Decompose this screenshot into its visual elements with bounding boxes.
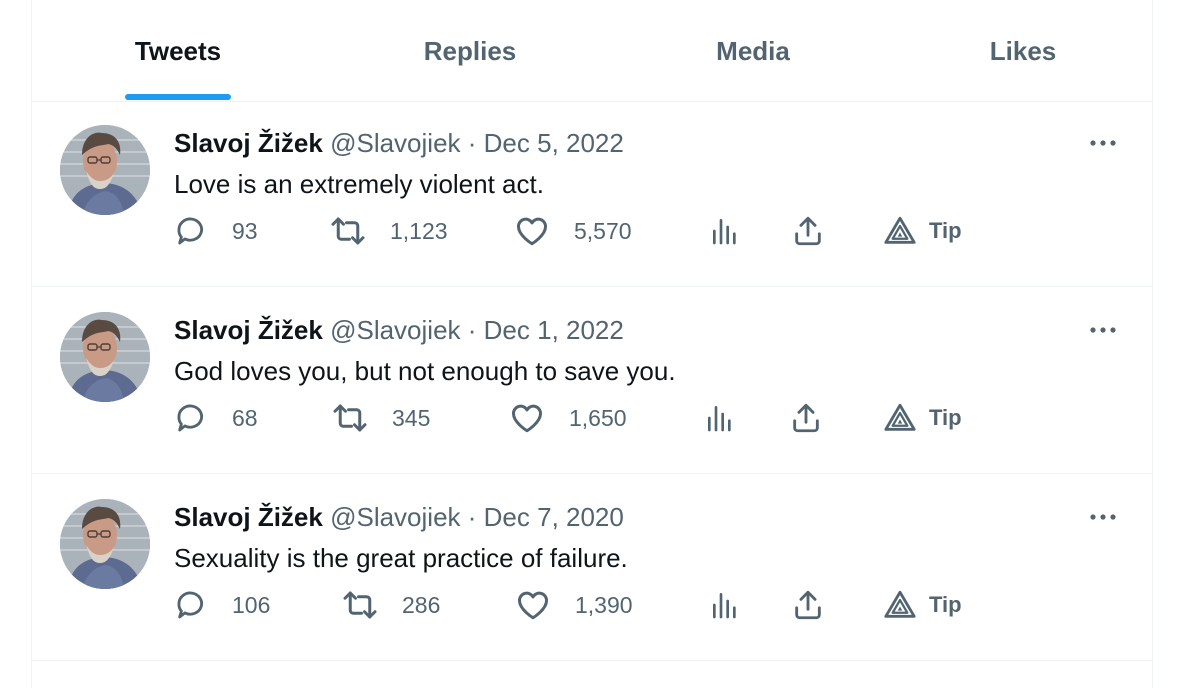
tweet-header: Slavoj Žižek @Slavojiek · Dec 5, 2022 (174, 127, 624, 159)
share-button[interactable] (791, 213, 825, 249)
reply-icon (174, 588, 208, 622)
views-icon (709, 215, 741, 247)
tweet-text: Sexuality is the great practice of failu… (174, 543, 628, 573)
more-icon (1087, 133, 1119, 153)
tweet-date[interactable]: · Dec 1, 2022 (468, 315, 624, 345)
share-button[interactable] (791, 587, 825, 623)
author-handle[interactable]: @Slavojiek (330, 315, 460, 345)
tweet-text: God loves you, but not enough to save yo… (174, 356, 676, 386)
reply-count: 93 (232, 217, 258, 244)
tweet[interactable]: Slavoj Žižek @Slavojiek · Dec 1, 2022 Go… (32, 288, 1152, 474)
like-count: 5,570 (574, 217, 632, 244)
reply-icon (174, 214, 208, 248)
reply-button[interactable]: 93 (174, 213, 258, 249)
author-handle[interactable]: @Slavojiek (330, 128, 460, 158)
like-count: 1,390 (575, 591, 633, 618)
more-icon (1087, 320, 1119, 340)
like-button[interactable]: 1,650 (509, 400, 627, 436)
author-name[interactable]: Slavoj Žižek (174, 128, 323, 158)
tip-icon (883, 401, 917, 435)
tweet-header: Slavoj Žižek @Slavojiek · Dec 1, 2022 (174, 314, 624, 346)
avatar-image (60, 499, 150, 589)
tab-media-label: Media (716, 36, 790, 66)
tweet[interactable]: Slavoj Žižek @Slavojiek · Dec 5, 2022 Lo… (32, 101, 1152, 287)
like-icon (515, 587, 551, 623)
tip-button[interactable]: Tip (883, 213, 962, 249)
like-button[interactable]: 1,390 (515, 587, 633, 623)
retweet-button[interactable]: 1,123 (330, 213, 448, 249)
avatar-image (60, 312, 150, 402)
like-button[interactable]: 5,570 (514, 213, 632, 249)
share-icon (791, 588, 825, 622)
tweet-text: Love is an extremely violent act. (174, 169, 544, 199)
views-icon (704, 402, 736, 434)
author-name[interactable]: Slavoj Žižek (174, 315, 323, 345)
tab-likes-label: Likes (989, 36, 1057, 66)
reply-icon (174, 401, 208, 435)
tip-label: Tip (929, 592, 962, 617)
more-icon (1087, 507, 1119, 527)
tip-label: Tip (929, 218, 962, 243)
like-icon (514, 213, 550, 249)
like-icon (509, 400, 545, 436)
tab-likes[interactable]: Likes (986, 0, 1060, 100)
retweet-button[interactable]: 345 (332, 400, 430, 436)
retweet-icon (342, 587, 378, 623)
profile-timeline: Tweets Replies Media Likes Slavoj Žižek … (31, 0, 1153, 688)
tab-media[interactable]: Media (708, 0, 798, 100)
more-button[interactable] (1087, 133, 1119, 153)
tip-button[interactable]: Tip (883, 587, 962, 623)
retweet-button[interactable]: 286 (342, 587, 440, 623)
tip-icon (883, 214, 917, 248)
tab-replies-label: Replies (423, 36, 517, 66)
reply-button[interactable]: 68 (174, 400, 258, 436)
retweet-count: 345 (392, 404, 431, 431)
more-button[interactable] (1087, 507, 1119, 527)
avatar-image (60, 125, 150, 215)
avatar[interactable] (60, 312, 150, 402)
author-name[interactable]: Slavoj Žižek (174, 502, 323, 532)
author-handle[interactable]: @Slavojiek (330, 502, 460, 532)
views-button[interactable] (709, 213, 741, 249)
tip-icon (883, 588, 917, 622)
reply-count: 68 (232, 404, 258, 431)
tab-tweets-label: Tweets (134, 36, 222, 66)
tweet-date[interactable]: · Dec 5, 2022 (468, 128, 624, 158)
tweet-header: Slavoj Žižek @Slavojiek · Dec 7, 2020 (174, 501, 624, 533)
more-button[interactable] (1087, 320, 1119, 340)
tip-label: Tip (929, 405, 962, 430)
tab-tweets[interactable]: Tweets (125, 0, 231, 100)
reply-button[interactable]: 106 (174, 587, 270, 623)
tweet[interactable]: Slavoj Žižek @Slavojiek · Dec 7, 2020 Se… (32, 475, 1152, 661)
retweet-count: 1,123 (390, 217, 448, 244)
share-icon (791, 214, 825, 248)
views-button[interactable] (709, 587, 741, 623)
views-button[interactable] (704, 400, 736, 436)
share-button[interactable] (789, 400, 823, 436)
active-tab-indicator (125, 94, 231, 100)
retweet-icon (332, 400, 368, 436)
retweet-count: 286 (402, 591, 441, 618)
views-icon (709, 589, 741, 621)
profile-tabs: Tweets Replies Media Likes (32, 0, 1152, 102)
tab-replies[interactable]: Replies (412, 0, 528, 100)
reply-count: 106 (232, 591, 271, 618)
retweet-icon (330, 213, 366, 249)
avatar[interactable] (60, 125, 150, 215)
tweet-date[interactable]: · Dec 7, 2020 (468, 502, 624, 532)
tip-button[interactable]: Tip (883, 400, 962, 436)
avatar[interactable] (60, 499, 150, 589)
like-count: 1,650 (569, 404, 627, 431)
share-icon (789, 401, 823, 435)
